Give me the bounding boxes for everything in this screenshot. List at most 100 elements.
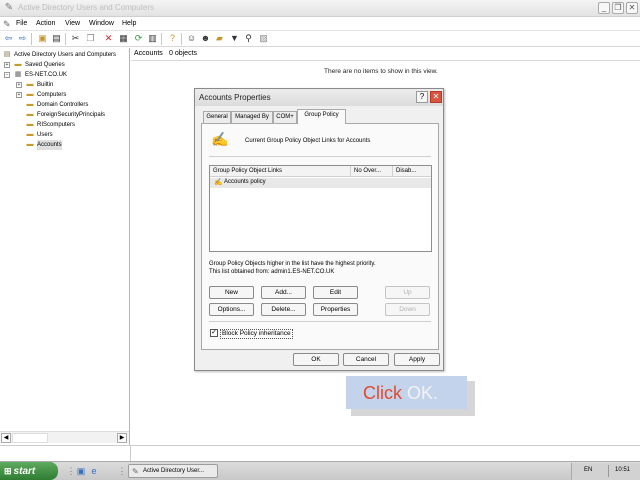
tree-item-riscomputers[interactable]: ▬ RIScomputers	[0, 120, 130, 130]
delete-icon[interactable]: ✕	[103, 33, 114, 44]
new-user-icon[interactable]: ☺	[186, 33, 197, 44]
properties-button[interactable]: Properties	[313, 303, 358, 316]
up-icon[interactable]: ▣	[37, 33, 48, 44]
taskbar-item-active-directory[interactable]: ✎ Active Directory User...	[128, 464, 218, 478]
back-icon[interactable]: ⇦	[3, 33, 14, 44]
new-group-icon[interactable]: ☻	[200, 33, 211, 44]
toolbar-separator	[161, 33, 162, 45]
tab-group-policy[interactable]: Group Policy	[297, 109, 346, 124]
column-header-no-override[interactable]: No Over...	[351, 166, 393, 177]
export-list-icon[interactable]: ▥	[147, 33, 158, 44]
tree-item-label: ForeignSecurityPrincipals	[37, 112, 106, 118]
ok-button[interactable]: OK	[293, 353, 339, 366]
empty-view-message: There are no items to show in this view.	[324, 68, 438, 75]
minimize-button[interactable]: _	[598, 2, 610, 14]
expand-icon[interactable]: +	[4, 62, 10, 68]
list-header: Group Policy Object Links No Over... Dis…	[210, 166, 431, 177]
options-button[interactable]: Options...	[209, 303, 254, 316]
tree-item-builtin[interactable]: + ▬ Builtin	[0, 80, 130, 90]
properties-icon[interactable]: ▦	[118, 33, 129, 44]
block-inheritance-checkbox[interactable]: ✓	[210, 329, 218, 337]
tree-item-domain[interactable]: − ▦ ES-NET.CO.UK	[0, 70, 130, 80]
add-to-group-icon[interactable]: ▨	[258, 33, 269, 44]
block-inheritance-label[interactable]: Block Policy inheritance	[220, 329, 293, 339]
close-window-button[interactable]: ✕	[626, 2, 638, 14]
scroll-left-icon[interactable]: ◀	[1, 433, 11, 443]
delete-button[interactable]: Delete...	[261, 303, 306, 316]
tray-divider	[608, 465, 609, 477]
source-note: This list obtained from: admin1.ES-NET.C…	[209, 269, 335, 275]
expand-icon[interactable]: +	[16, 82, 22, 88]
start-button[interactable]: ⊞ start	[0, 462, 58, 480]
list-item[interactable]: ✍ Accounts policy	[210, 178, 431, 188]
edit-button[interactable]: Edit	[313, 286, 358, 299]
menu-file[interactable]: File	[16, 20, 27, 27]
divider	[209, 321, 431, 322]
filter-icon[interactable]: ▼	[229, 33, 240, 44]
system-tray: EN 10:51	[571, 463, 640, 480]
up-button[interactable]: Up	[385, 286, 430, 299]
menu-action[interactable]: Action	[36, 20, 55, 27]
tree-item-foreign-security-principals[interactable]: ▬ ForeignSecurityPrincipals	[0, 110, 130, 120]
down-button[interactable]: Down	[385, 303, 430, 316]
find-icon[interactable]: ⚲	[243, 33, 254, 44]
tree-item-accounts[interactable]: ▬ Accounts	[0, 140, 130, 150]
menu-help[interactable]: Help	[122, 20, 136, 27]
windows-flag-icon: ⊞	[4, 466, 12, 476]
taskbar-separator-icon: ⋮	[117, 466, 127, 476]
tab-com-plus[interactable]: COM+	[273, 111, 297, 123]
folder-icon: ▬	[26, 81, 34, 88]
expand-icon[interactable]: +	[16, 92, 22, 98]
tree-item-computers[interactable]: + ▬ Computers	[0, 90, 130, 100]
show-hide-tree-icon[interactable]: ▤	[51, 33, 62, 44]
add-button[interactable]: Add...	[261, 286, 306, 299]
tree-item-saved-queries[interactable]: + ▬ Saved Queries	[0, 60, 130, 70]
new-button[interactable]: New	[209, 286, 254, 299]
tree-horizontal-scrollbar[interactable]: ◀ ▶	[0, 431, 129, 443]
tree-root[interactable]: ▤ Active Directory Users and Computers	[0, 50, 130, 60]
cut-icon[interactable]: ✂	[70, 33, 81, 44]
tab-general[interactable]: General	[203, 111, 231, 123]
scroll-right-icon[interactable]: ▶	[117, 433, 127, 443]
dialog-help-button[interactable]: ?	[416, 91, 428, 103]
help-icon[interactable]: ?	[167, 33, 178, 44]
tree-root-label: Active Directory Users and Computers	[14, 52, 117, 58]
tree-item-users[interactable]: ▬ Users	[0, 130, 130, 140]
dialog-title: Accounts Properties	[199, 93, 271, 102]
apply-button[interactable]: Apply	[394, 353, 440, 366]
window-title: Active Directory Users and Computers	[18, 3, 155, 12]
show-desktop-icon[interactable]: ▣	[76, 466, 86, 476]
gpo-links-list[interactable]: Group Policy Object Links No Over... Dis…	[209, 165, 432, 252]
tree-item-label: Accounts	[37, 140, 62, 150]
forward-icon[interactable]: ⇨	[17, 33, 28, 44]
details-object-count: 0 objects	[169, 50, 198, 57]
tree-item-domain-controllers[interactable]: ▬ Domain Controllers	[0, 100, 130, 110]
callout-prefix: Click	[363, 383, 407, 403]
gpo-name: Accounts policy	[224, 179, 266, 185]
details-header: Accounts 0 objects	[131, 48, 640, 61]
internet-explorer-icon[interactable]: e	[89, 466, 99, 476]
clock[interactable]: 10:51	[615, 467, 630, 473]
scroll-thumb[interactable]	[12, 433, 48, 443]
cancel-button[interactable]: Cancel	[343, 353, 389, 366]
column-header-disabled[interactable]: Disab...	[393, 166, 431, 177]
copy-icon[interactable]: ❐	[85, 33, 96, 44]
callout-text: Click OK.	[363, 383, 438, 404]
new-ou-icon[interactable]: ▰	[214, 33, 225, 44]
menu-view[interactable]: View	[65, 20, 80, 27]
tree-item-label: ES-NET.CO.UK	[25, 72, 68, 78]
tree-item-label: Users	[37, 132, 53, 138]
mmc-menu-icon[interactable]: ✎	[3, 19, 13, 29]
console-tree: ▤ Active Directory Users and Computers +…	[0, 48, 130, 445]
language-indicator[interactable]: EN	[584, 467, 592, 473]
menu-window[interactable]: Window	[89, 20, 114, 27]
refresh-icon[interactable]: ⟳	[133, 33, 144, 44]
restore-button[interactable]: ❐	[612, 2, 624, 14]
tree-item-label: Domain Controllers	[37, 102, 89, 108]
column-header-gpo-links[interactable]: Group Policy Object Links	[210, 166, 351, 177]
tab-managed-by[interactable]: Managed By	[231, 111, 273, 123]
dialog-close-button[interactable]: ✕	[430, 91, 442, 103]
toolbar-separator	[31, 33, 32, 45]
collapse-icon[interactable]: −	[4, 72, 10, 78]
priority-note: Group Policy Objects higher in the list …	[209, 261, 376, 267]
